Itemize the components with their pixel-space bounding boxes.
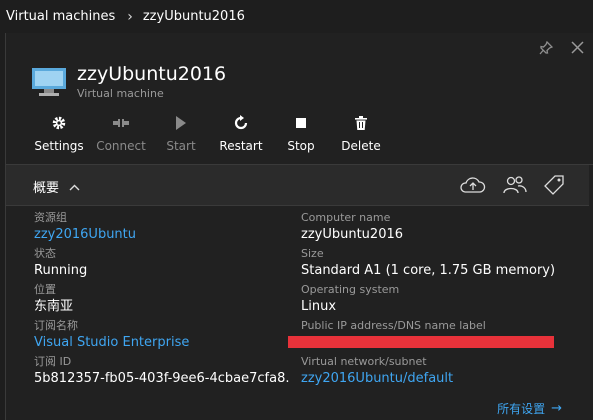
virtual-machine-icon xyxy=(32,67,66,96)
close-icon[interactable] xyxy=(571,41,584,59)
essentials-bar: 概要 xyxy=(6,165,589,206)
status-value: Running xyxy=(34,263,88,278)
vnet-prop: Virtual network/subnet zzy2016Ubuntu/def… xyxy=(301,355,571,391)
pin-icon[interactable] xyxy=(539,40,554,59)
restart-button[interactable]: Restart xyxy=(211,113,271,153)
public-ip-prop: Public IP address/DNS name label xyxy=(288,319,571,355)
blade-controls xyxy=(539,40,584,59)
all-settings-link[interactable]: 所有设置 → xyxy=(497,400,562,417)
stop-label: Stop xyxy=(287,139,315,153)
os-label: Operating system xyxy=(301,283,400,296)
resource-group-link[interactable]: zzy2016Ubuntu xyxy=(34,225,289,244)
breadcrumb-current: zzyUbuntu2016 xyxy=(142,9,245,24)
size-value: Standard A1 (1 core, 1.75 GB memory) xyxy=(301,263,556,278)
subscription-name-label: 订阅名称 xyxy=(34,319,78,332)
command-bar: Settings Connect Start Restart Stop Dele… xyxy=(6,113,391,153)
subscription-id-prop: 订阅 ID 5b812357-fb05-403f-9ee6-4cbae7cfa8… xyxy=(34,355,289,391)
start-button[interactable]: Start xyxy=(151,113,211,153)
cloud-upload-icon[interactable] xyxy=(459,175,487,195)
settings-label: Settings xyxy=(34,139,84,153)
trash-icon xyxy=(355,113,367,133)
arrow-right-icon: → xyxy=(551,401,562,416)
vnet-label: Virtual network/subnet xyxy=(301,355,427,368)
location-prop: 位置 东南亚 xyxy=(34,283,289,319)
settings-button[interactable]: Settings xyxy=(29,113,89,153)
start-label: Start xyxy=(166,139,196,153)
computer-name-prop: Computer name zzyUbuntu2016 xyxy=(301,211,571,247)
subscription-name-link[interactable]: Visual Studio Enterprise xyxy=(34,333,289,352)
stop-button[interactable]: Stop xyxy=(271,113,331,153)
redacted-public-ip xyxy=(288,336,554,348)
size-label: Size xyxy=(301,247,324,260)
all-settings-label: 所有设置 xyxy=(497,402,546,416)
gear-icon xyxy=(51,113,67,133)
subscription-id-label: 订阅 ID xyxy=(34,355,72,368)
breadcrumb-separator: › xyxy=(127,8,133,25)
vnet-link[interactable]: zzy2016Ubuntu/default xyxy=(301,369,571,388)
breadcrumb: Virtual machines › zzyUbuntu2016 xyxy=(0,0,593,33)
vm-subtitle: Virtual machine xyxy=(77,87,164,100)
stop-icon xyxy=(296,113,306,133)
status-prop: 状态 Running xyxy=(34,247,289,283)
essentials-right-column: Computer name zzyUbuntu2016 Size Standar… xyxy=(288,211,571,391)
computer-name-value: zzyUbuntu2016 xyxy=(301,227,404,242)
restart-icon xyxy=(233,113,249,133)
connect-label: Connect xyxy=(96,139,146,153)
status-label: 状态 xyxy=(34,247,56,260)
size-prop: Size Standard A1 (1 core, 1.75 GB memory… xyxy=(301,247,571,283)
play-icon xyxy=(175,113,187,133)
vm-blade: zzyUbuntu2016 Virtual machine Settings C… xyxy=(5,33,593,420)
restart-label: Restart xyxy=(219,139,263,153)
chevron-up-icon xyxy=(69,180,80,194)
essentials-title: 概要 xyxy=(33,181,60,196)
subscription-name-prop: 订阅名称 Visual Studio Enterprise xyxy=(34,319,289,355)
users-icon[interactable] xyxy=(503,175,527,195)
essentials-toggle[interactable]: 概要 xyxy=(33,177,80,196)
location-value: 东南亚 xyxy=(34,299,74,314)
vm-title: zzyUbuntu2016 xyxy=(77,63,227,85)
public-ip-label: Public IP address/DNS name label xyxy=(301,319,486,332)
resource-group-label: 资源组 xyxy=(34,211,67,224)
connect-icon xyxy=(113,113,129,133)
essentials-actions xyxy=(459,175,565,195)
delete-button[interactable]: Delete xyxy=(331,113,391,153)
breadcrumb-virtual-machines[interactable]: Virtual machines xyxy=(6,9,115,24)
vm-header: zzyUbuntu2016 Virtual machine xyxy=(31,63,226,100)
os-value: Linux xyxy=(301,299,337,314)
tag-icon[interactable] xyxy=(543,175,565,195)
connect-button[interactable]: Connect xyxy=(91,113,151,153)
delete-label: Delete xyxy=(341,139,381,153)
os-prop: Operating system Linux xyxy=(301,283,571,319)
computer-name-label: Computer name xyxy=(301,211,391,224)
subscription-id-value: 5b812357-fb05-403f-9ee6-4cbae7cfa8... xyxy=(34,371,289,386)
essentials-left-column: 资源组 zzy2016Ubuntu 状态 Running 位置 东南亚 订阅名称… xyxy=(34,211,289,391)
resource-group-prop: 资源组 zzy2016Ubuntu xyxy=(34,211,289,247)
location-label: 位置 xyxy=(34,283,56,296)
